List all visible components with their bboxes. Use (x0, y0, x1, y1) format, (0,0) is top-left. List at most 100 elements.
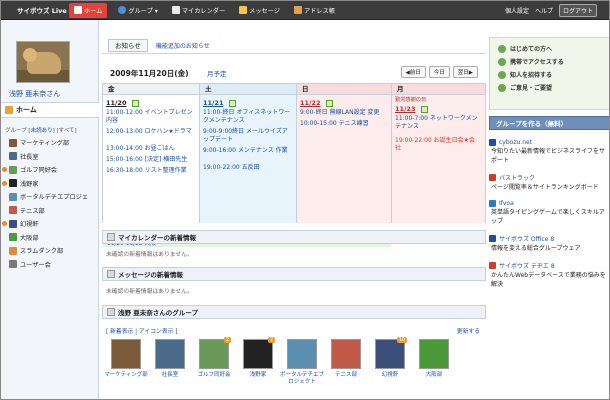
unread-dot-icon (2, 221, 7, 227)
sidebar-group-item[interactable]: 幻視軒 (1, 217, 99, 231)
ad-title[interactable]: サイボウズ デヂエ 8 (489, 261, 609, 270)
ad-item[interactable]: サイボウズ Office 8 情報を変える総合グループウェア (489, 234, 609, 253)
calendar-event[interactable]: 12:00-13:00 ロケハン★ドラマ (106, 128, 196, 136)
group-tile[interactable]: 10 幻視軒 (368, 337, 412, 379)
sidebar-group-item[interactable]: ゴルフ同好会 (1, 163, 99, 177)
link-label: 知人を招待する (510, 72, 553, 79)
ad-item[interactable]: サイボウズ デヂエ 8 かんたんWebデータベースで業務の悩みを解決 (489, 261, 609, 289)
ad-title-text: パストラック (499, 175, 536, 182)
help-link[interactable]: ヘルプ (535, 6, 553, 15)
invite-icon (498, 70, 506, 79)
day-number[interactable]: 11/22 (300, 99, 391, 107)
calendar-event[interactable]: 19:00-22:00 五反田 (203, 164, 293, 172)
invite-link[interactable]: 知人を招待する (498, 68, 609, 81)
group-tile[interactable]: ボータルデチエプロジェクト (280, 339, 324, 385)
today-button[interactable]: 今日 (428, 66, 450, 78)
calendar-event[interactable]: 11:00-終日 オフィスネットワークメンテナンス (203, 109, 293, 125)
create-group-button[interactable]: グループを作る（無料） (489, 116, 609, 130)
calendar-event[interactable]: 9:00-終日 無線LAN設定 変更 (300, 109, 388, 117)
filter-all-link[interactable]: [すべて] (56, 128, 76, 134)
sidebar-group-item[interactable]: ボータルデチエプロジェ (1, 190, 99, 204)
day-date: 11/21 (203, 99, 224, 107)
calendar-event[interactable]: 16:30-18:00 リスト整理作業 (106, 167, 196, 175)
feature-notice-link[interactable]: 機能追加のお知らせ (156, 41, 210, 50)
calendar-column-sun: 日 11/22 9:00-終日 無線LAN設定 変更 10:00-15:00 テ… (297, 84, 392, 223)
logout-button[interactable]: ログアウト (558, 4, 597, 17)
group-tile[interactable]: 社長室 (148, 339, 192, 379)
nav-home[interactable]: ホーム (69, 2, 108, 18)
badge-count: 10 (396, 337, 407, 343)
message-news-title: メッセージの新着情報 (118, 271, 183, 279)
group-tile[interactable]: マーケティング部 (104, 339, 148, 379)
sidebar-group-item[interactable]: 大阪部 (1, 231, 99, 245)
mobile-access-link[interactable]: 携帯でアクセスする (498, 55, 609, 68)
calendar-header: 2009年11月20日(金) 月予定 ◀前日 今日 翌日▶ (102, 64, 486, 80)
ad-item[interactable]: cybozu.net 今知りたい最新情報でビジネスライフをサポート (489, 139, 609, 165)
sidebar-group-item[interactable]: 浅野家 (1, 177, 99, 191)
sidebar-group-label: マーケティング部 (20, 140, 70, 148)
tab-notice[interactable]: お知らせ (108, 38, 148, 52)
calendar-event[interactable]: 13:00-14:00 お昼ごはん (106, 145, 196, 153)
sidebar-group-item[interactable]: マーケティング部 (1, 136, 99, 150)
ad-title[interactable]: サイボウズ Office 8 (489, 234, 609, 243)
badge-count: 2 (223, 337, 231, 343)
sidebar-item-home[interactable]: ホーム (1, 102, 99, 118)
calendar-event[interactable]: 10:00-15:00 テニス練習 (300, 120, 388, 128)
group-tile[interactable]: テニス部 (324, 339, 368, 379)
next-day-button[interactable]: 翌日▶ (452, 66, 478, 78)
calendar-event[interactable]: 9:00-16:00 メンテナンス 作業 (203, 147, 293, 155)
ad-title[interactable]: パストラック (489, 173, 609, 182)
group-tile-image (419, 339, 449, 369)
edit-icon[interactable] (421, 105, 429, 113)
personal-settings-link[interactable]: 個人設定 (505, 6, 529, 15)
nav-messages[interactable]: メッセージ (236, 3, 283, 18)
prev-day-button[interactable]: ◀前日 (400, 66, 426, 78)
group-tile[interactable]: 2 ゴルフ同好会 (192, 337, 236, 379)
username[interactable]: 浅野 亜未奈さん (9, 89, 60, 99)
browser-frame: サイボウズ Live ホーム グループ ▾ マイカレンダー メッセージ アドレス… (0, 0, 610, 400)
message-icon (107, 270, 115, 278)
edit-icon[interactable] (326, 99, 334, 107)
ad-title[interactable]: Ifvoa (489, 200, 609, 207)
nav-address-book-label: アドレス帳 (303, 7, 335, 15)
unread-dot-icon (2, 167, 7, 173)
ad-item[interactable]: パストラック ページ閲覧率＆サイトランキングボード (489, 173, 609, 192)
nav-group[interactable]: グループ ▾ (115, 3, 160, 18)
getting-started-link[interactable]: はじめての方へ (498, 42, 609, 55)
calendar-event[interactable]: 15:00-16:00 [決定] 横田先生 (106, 156, 196, 164)
ad-title[interactable]: cybozu.net (489, 139, 609, 146)
edit-icon[interactable] (229, 99, 237, 107)
nav-my-calendar[interactable]: マイカレンダー (169, 3, 228, 18)
calendar-event[interactable]: 11:00-12:00 イベントプレゼン内容 (106, 109, 196, 125)
sidebar-group-item[interactable]: 社長室 (1, 150, 99, 164)
edit-icon[interactable] (132, 99, 140, 107)
day-number[interactable]: 11/21 (203, 99, 296, 107)
sidebar-group-item[interactable]: テニス部 (1, 204, 99, 218)
sidebar-group-label: ユーザー会 (20, 261, 51, 269)
group-icon (9, 165, 17, 174)
ad-item[interactable]: Ifvoa 英単語タイピングゲームで楽しくスキルアップ (489, 200, 609, 226)
group-tile-label: 幻視軒 (381, 372, 399, 378)
group-tile[interactable]: 2 浅野家 (236, 337, 280, 379)
avatar[interactable] (16, 41, 70, 83)
group-icon (9, 260, 17, 269)
filter-unread-link[interactable]: [未読あり] (28, 128, 54, 134)
calendar-event[interactable]: 11:00-7:00 ネットワークメンテナンス (395, 115, 482, 131)
calendar-event[interactable]: 9:00-9:00終日 メールウイズアップデート (203, 128, 293, 144)
day-number[interactable]: 11/23 (395, 105, 485, 113)
group-tile[interactable]: 大阪部 (412, 339, 456, 379)
app-logo[interactable]: サイボウズ Live (17, 5, 69, 15)
day-date: 11/22 (300, 99, 321, 107)
calendar-event[interactable]: 19:00-22:00 お誕生日会★会 社 (395, 137, 482, 153)
calendar-nav: ◀前日 今日 翌日▶ (398, 66, 478, 78)
sidebar-group-item[interactable]: ユーザー会 (1, 258, 99, 272)
group-view-options[interactable]: [ 新着表示 | アイコン表示 ] (106, 326, 178, 335)
day-number[interactable]: 11/20 (106, 99, 199, 107)
nav-address-book[interactable]: アドレス帳 (291, 3, 338, 18)
update-link[interactable]: 更新する (457, 326, 480, 335)
month-schedule-link[interactable]: 月予定 (207, 68, 227, 78)
badge-count: 2 (267, 337, 275, 343)
event-text: テニス練習 (338, 120, 369, 127)
feedback-link[interactable]: ご意見・ご要望 (498, 81, 609, 94)
sidebar-group-item[interactable]: スラムダンク部 (1, 244, 99, 258)
